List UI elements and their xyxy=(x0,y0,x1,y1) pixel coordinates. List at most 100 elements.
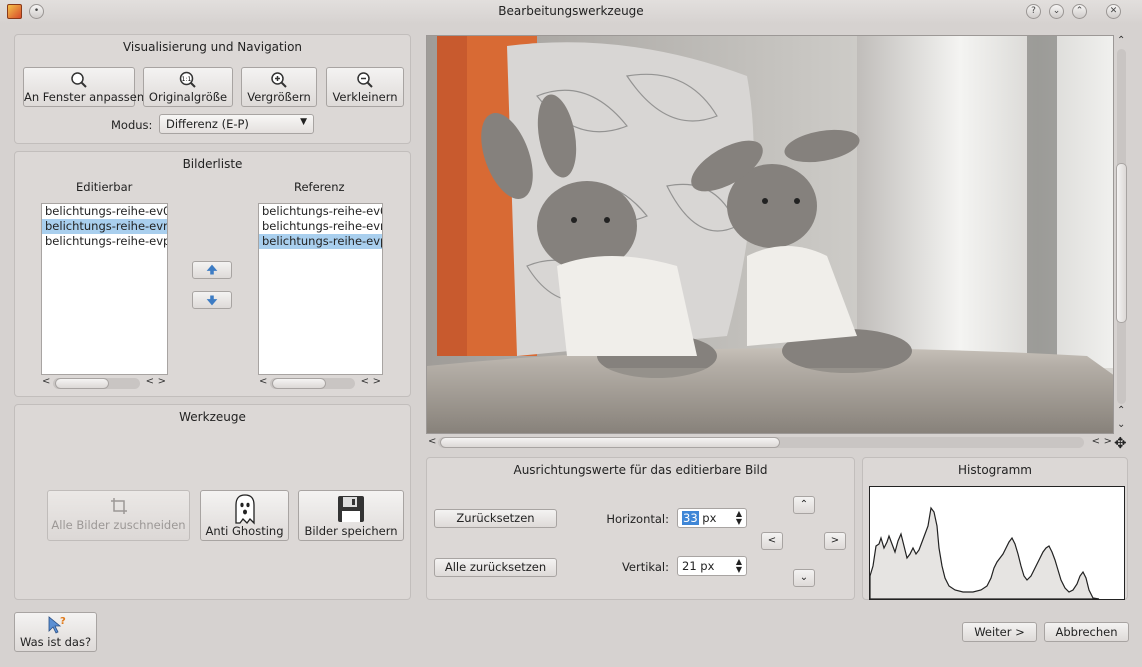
scroll-left-icon[interactable]: < xyxy=(146,376,154,387)
crop-all-button[interactable]: Alle Bilder zuschneiden xyxy=(47,490,190,541)
minimize-button[interactable]: ⌄ xyxy=(1049,4,1064,19)
chevron-right-icon: > xyxy=(830,535,840,546)
horizontal-label: Horizontal: xyxy=(606,512,669,526)
spin-arrows-icon[interactable]: ▲ ▼ xyxy=(736,510,742,526)
help-button[interactable]: ? xyxy=(1026,4,1041,19)
vertical-label: Vertikal: xyxy=(621,560,669,574)
vertical-spinbox[interactable]: 21 px ▲ ▼ xyxy=(677,556,747,576)
zoom-in-label: Vergrößern xyxy=(247,90,311,104)
scrollbar-thumb[interactable] xyxy=(1116,163,1127,323)
floppy-disk-icon xyxy=(338,496,364,522)
horizontal-unit: px xyxy=(702,511,717,525)
preview-vertical-scrollbar[interactable]: ⌃ ⌃ ⌄ xyxy=(1115,35,1128,434)
scrollbar-thumb[interactable] xyxy=(440,437,780,448)
editable-header: Editierbar xyxy=(76,180,133,194)
fit-window-label: An Fenster anpassen xyxy=(24,90,145,104)
scroll-up-icon[interactable]: ⌃ xyxy=(1117,35,1125,46)
list-item[interactable]: belichtungs-reihe-ev0 xyxy=(42,204,167,219)
scroll-up-icon[interactable]: ⌃ xyxy=(1117,405,1125,416)
anti-ghosting-button[interactable]: Anti Ghosting xyxy=(200,490,289,541)
crop-icon xyxy=(110,498,127,514)
zoom-out-button[interactable]: Verkleinern xyxy=(326,67,404,107)
move-icon[interactable]: ✥ xyxy=(1114,434,1127,452)
move-down-button[interactable]: ⌄ xyxy=(793,569,815,587)
ghost-icon xyxy=(234,494,255,525)
scrollbar-thumb[interactable] xyxy=(272,378,326,389)
image-list-title: Bilderliste xyxy=(182,157,243,171)
scroll-down-icon[interactable]: ⌄ xyxy=(1117,419,1125,430)
mode-select[interactable]: Differenz (E-P) ▼ xyxy=(159,114,314,134)
scroll-right-icon[interactable]: > xyxy=(158,376,166,387)
reset-label: Zurücksetzen xyxy=(456,511,535,525)
arrow-up-icon xyxy=(206,264,218,275)
zoom-in-icon xyxy=(271,72,287,88)
list-item[interactable]: belichtungs-reihe-evm xyxy=(42,219,167,234)
horizontal-value: 33 xyxy=(682,511,699,525)
vertical-value: 21 px xyxy=(682,559,715,573)
zoom-fit-icon xyxy=(71,72,87,88)
histogram-group: Histogramm xyxy=(862,457,1128,600)
fit-window-button[interactable]: An Fenster anpassen xyxy=(23,67,145,107)
whats-this-label: Was ist das? xyxy=(19,635,92,649)
scroll-left-icon[interactable]: < xyxy=(428,436,436,447)
spin-arrows-icon[interactable]: ▲ ▼ xyxy=(736,558,742,574)
scroll-left-icon[interactable]: < xyxy=(361,376,369,387)
editable-list[interactable]: belichtungs-reihe-ev0 belichtungs-reihe-… xyxy=(41,203,168,375)
list-item[interactable]: belichtungs-reihe-evp xyxy=(42,234,167,249)
reference-header: Referenz xyxy=(294,180,345,194)
maximize-button[interactable]: ⌃ xyxy=(1072,4,1087,19)
reset-all-button[interactable]: Alle zurücksetzen xyxy=(434,558,557,577)
tools-title: Werkzeuge xyxy=(179,410,246,424)
scroll-right-icon[interactable]: > xyxy=(1104,436,1112,447)
image-preview-canvas xyxy=(427,36,1113,433)
original-size-label: Originalgröße xyxy=(148,90,228,104)
scroll-left-icon[interactable]: < xyxy=(259,376,267,387)
save-images-button[interactable]: Bilder speichern xyxy=(298,490,404,541)
move-down-button[interactable] xyxy=(192,291,232,309)
whats-this-button[interactable]: ? Was ist das? xyxy=(14,612,97,652)
list-item[interactable]: belichtungs-reihe-evp xyxy=(259,234,382,249)
next-label: Weiter > xyxy=(974,625,1025,639)
editable-list-scrollbar[interactable]: < < > xyxy=(41,376,168,389)
tools-group: Werkzeuge Alle Bilder zuschneiden Anti G… xyxy=(14,404,411,600)
move-up-button[interactable]: ⌃ xyxy=(793,496,815,514)
close-button[interactable]: ✕ xyxy=(1106,4,1121,19)
alignment-group: Ausrichtungswerte für das editierbare Bi… xyxy=(426,457,855,600)
cancel-label: Abbrechen xyxy=(1055,625,1118,639)
reset-all-label: Alle zurücksetzen xyxy=(444,560,547,574)
move-right-button[interactable]: > xyxy=(824,532,846,550)
help-pointer-icon: ? xyxy=(48,616,66,634)
move-up-button[interactable] xyxy=(192,261,232,279)
original-size-button[interactable]: 1:1 Originalgröße xyxy=(143,67,233,107)
preview-horizontal-scrollbar[interactable]: < < > xyxy=(426,436,1114,449)
image-preview[interactable] xyxy=(426,35,1114,434)
horizontal-spinbox[interactable]: 33 px ▲ ▼ xyxy=(677,508,747,528)
chevron-down-icon: ⌄ xyxy=(799,572,809,583)
list-item[interactable]: belichtungs-reihe-evm xyxy=(259,219,382,234)
zoom-in-button[interactable]: Vergrößern xyxy=(241,67,317,107)
move-left-button[interactable]: < xyxy=(761,532,783,550)
window-title: Bearbeitungswerkzeuge xyxy=(498,4,644,18)
crop-all-label: Alle Bilder zuschneiden xyxy=(51,518,186,532)
next-button[interactable]: Weiter > xyxy=(962,622,1037,642)
title-bar: • Bearbeitungswerkzeuge ? ⌄ ⌃ ✕ xyxy=(0,0,1142,24)
histogram-title: Histogramm xyxy=(958,463,1032,477)
scroll-right-icon[interactable]: > xyxy=(373,376,381,387)
scroll-left-icon[interactable]: < xyxy=(42,376,50,387)
chevron-left-icon: < xyxy=(767,535,777,546)
mode-select-value: Differenz (E-P) xyxy=(166,117,249,131)
list-item[interactable]: belichtungs-reihe-ev0 xyxy=(259,204,382,219)
svg-text:?: ? xyxy=(60,616,66,627)
visualization-group: Visualisierung und Navigation An Fenster… xyxy=(14,34,411,144)
reset-button[interactable]: Zurücksetzen xyxy=(434,509,557,528)
anti-ghosting-label: Anti Ghosting xyxy=(205,524,284,538)
save-images-label: Bilder speichern xyxy=(304,524,398,538)
chevron-down-icon: ▼ xyxy=(300,117,307,127)
scroll-left-icon[interactable]: < xyxy=(1092,436,1100,447)
svg-text:1:1: 1:1 xyxy=(182,76,192,83)
alignment-title: Ausrichtungswerte für das editierbare Bi… xyxy=(513,463,768,477)
scrollbar-thumb[interactable] xyxy=(55,378,109,389)
reference-list[interactable]: belichtungs-reihe-ev0 belichtungs-reihe-… xyxy=(258,203,383,375)
cancel-button[interactable]: Abbrechen xyxy=(1044,622,1129,642)
reference-list-scrollbar[interactable]: < < > xyxy=(258,376,383,389)
